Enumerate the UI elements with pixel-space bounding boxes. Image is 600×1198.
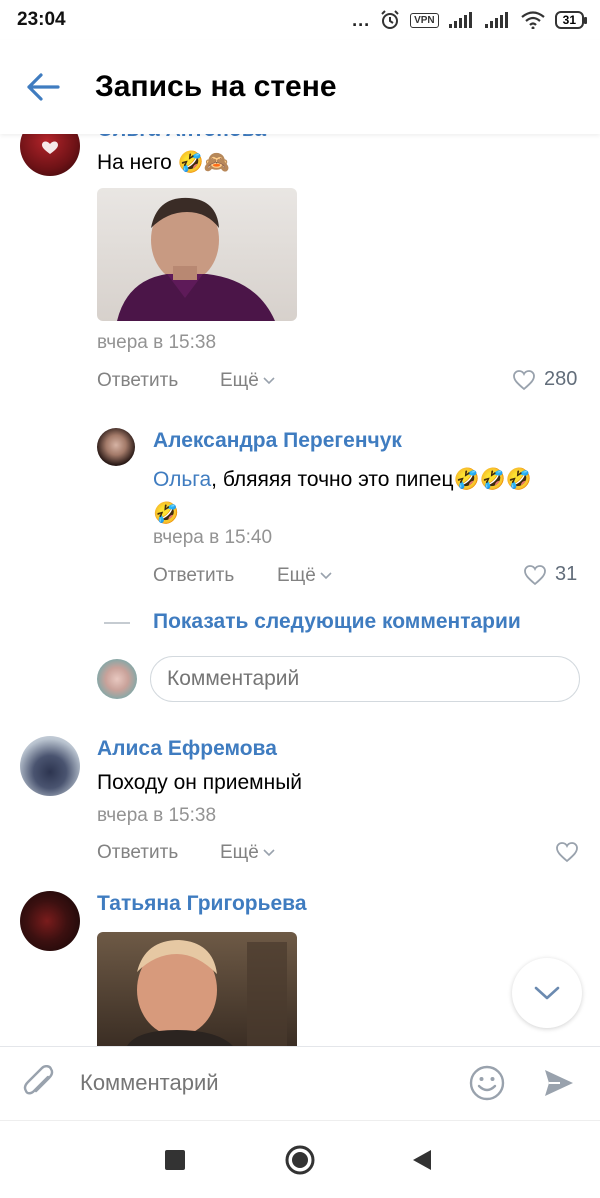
show-more-comments-link[interactable]: Показать следующие комментарии	[153, 610, 521, 634]
app-header: Запись на стене	[0, 40, 600, 134]
avatar[interactable]	[20, 736, 80, 796]
back-arrow-icon[interactable]	[26, 72, 60, 102]
avatar[interactable]	[97, 428, 135, 466]
home-circle-icon[interactable]	[284, 1144, 316, 1176]
comment-date: вчера в 15:38	[97, 332, 217, 353]
heart-outline-icon	[524, 564, 546, 585]
signal-icon	[448, 12, 472, 28]
like-button[interactable]: 280	[512, 368, 577, 391]
more-dots-icon: ...	[352, 10, 371, 30]
system-navigation-bar	[0, 1120, 600, 1198]
back-triangle-icon[interactable]	[410, 1148, 434, 1172]
recent-apps-square-icon[interactable]	[164, 1149, 186, 1171]
comment-text-line2: 🤣	[153, 502, 180, 525]
reply-button[interactable]: Ответить	[97, 370, 178, 392]
avatar[interactable]	[20, 891, 80, 951]
emoji-smile-icon[interactable]	[468, 1064, 506, 1102]
chevron-down-icon	[534, 986, 560, 1000]
like-button[interactable]: 31	[523, 563, 577, 586]
comment-photo[interactable]	[97, 188, 297, 321]
composer-input[interactable]	[80, 1061, 440, 1105]
comment-date: вчера в 15:40	[153, 527, 273, 548]
heart-outline-icon	[513, 369, 535, 390]
photo-man-in-purple-shirt	[117, 197, 275, 321]
like-count: 280	[544, 368, 578, 390]
vpn-icon: VPN	[410, 12, 439, 28]
mention-link[interactable]: Ольга	[153, 468, 211, 491]
comments-feed[interactable]: Ольга Антонова На него 🤣🙈 вчера в 15:38 …	[0, 134, 600, 1046]
chevron-down-icon	[263, 377, 275, 385]
comment-composer	[0, 1046, 600, 1120]
reply-button[interactable]: Ответить	[97, 842, 178, 864]
like-button[interactable]	[555, 841, 579, 863]
comment-author[interactable]: Ольга Антонова	[97, 134, 266, 142]
more-button[interactable]: Ещё	[220, 370, 275, 392]
avatar[interactable]	[20, 134, 80, 176]
status-bar: 23:04 ... VPN 31	[0, 0, 600, 40]
comment-author[interactable]: Татьяна Григорьева	[97, 892, 307, 916]
signal-icon-2	[484, 12, 508, 28]
comment-text: На него 🤣🙈	[97, 151, 230, 174]
like-count: 31	[555, 563, 578, 585]
photo-smiling-man	[127, 940, 287, 1046]
more-label: Ещё	[220, 370, 259, 391]
comment-text-body: , бляяяя точно это пипец🤣🤣🤣	[211, 468, 532, 491]
comment-author[interactable]: Алиса Ефремова	[97, 737, 277, 761]
comment-text: Походу он приемный	[97, 771, 303, 794]
battery-icon: 31	[554, 11, 588, 29]
status-icons: ... VPN 31	[352, 10, 588, 30]
more-label: Ещё	[277, 565, 316, 586]
alarm-icon	[381, 10, 399, 29]
heart-outline-icon	[556, 842, 578, 863]
thread-comment-input[interactable]	[150, 656, 580, 702]
chevron-down-icon	[320, 572, 332, 580]
page-title: Запись на стене	[95, 70, 337, 103]
more-button[interactable]: Ещё	[277, 565, 332, 587]
my-avatar	[97, 659, 137, 699]
status-time: 23:04	[17, 9, 66, 30]
send-icon[interactable]	[542, 1066, 576, 1100]
heart-icon	[42, 141, 58, 154]
show-more-divider	[104, 622, 130, 624]
chevron-down-icon	[263, 849, 275, 857]
scroll-down-button[interactable]	[512, 958, 582, 1028]
more-label: Ещё	[220, 842, 259, 863]
attach-paperclip-icon[interactable]	[22, 1065, 58, 1103]
comment-author[interactable]: Александра Перегенчук	[153, 429, 402, 453]
reply-button[interactable]: Ответить	[153, 565, 234, 587]
comment-photo[interactable]	[97, 932, 297, 1046]
comment-text: Ольга, бляяяя точно это пипец🤣🤣🤣 🤣	[153, 463, 583, 531]
wifi-icon	[520, 11, 545, 29]
more-button[interactable]: Ещё	[220, 842, 275, 864]
comment-date: вчера в 15:38	[97, 805, 217, 826]
